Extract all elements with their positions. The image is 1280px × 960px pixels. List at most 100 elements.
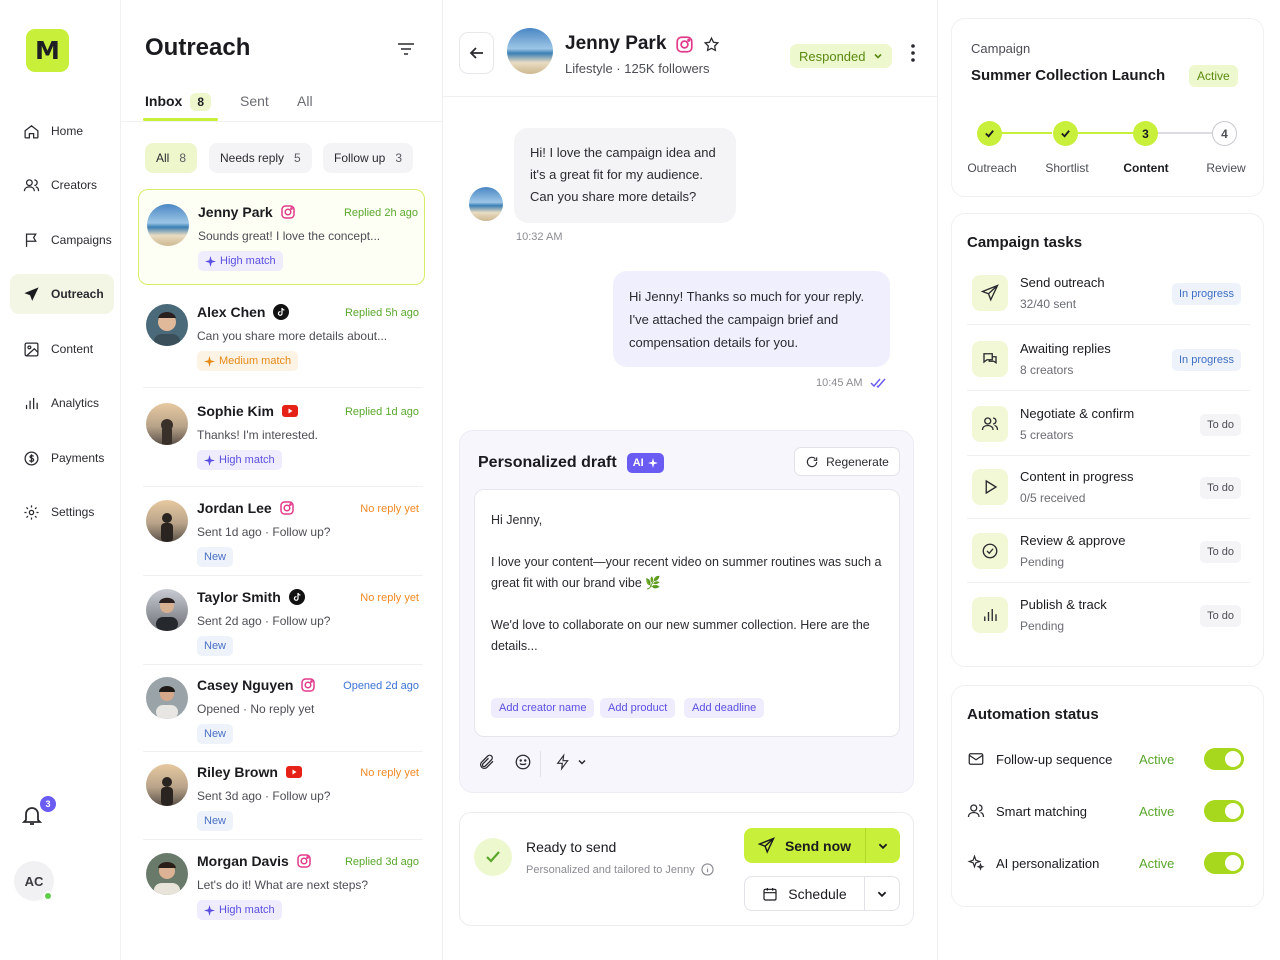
chevron-down-icon xyxy=(873,53,882,59)
ai-badge: AI xyxy=(626,453,664,473)
nav-item-payments[interactable]: Payments xyxy=(10,438,114,478)
paperclip-icon xyxy=(480,754,494,769)
task-title: Awaiting replies xyxy=(1020,341,1111,356)
conversation-item[interactable]: Jordan Lee No reply yet Sent 1d ago · Fo… xyxy=(138,487,425,583)
step-label: Review xyxy=(1206,161,1246,175)
badge-label: New xyxy=(204,728,227,740)
match-badge: High match xyxy=(197,900,282,920)
badge-label: High match xyxy=(219,454,275,466)
task-subtitle: Pending xyxy=(1020,555,1065,569)
send-options-dropdown[interactable] xyxy=(865,828,900,863)
placeholder-chip-creator-name[interactable]: Add creator name xyxy=(491,698,595,718)
star-icon[interactable] xyxy=(703,36,720,53)
placeholder-chip-product[interactable]: Add product xyxy=(600,698,676,718)
nav-label: Payments xyxy=(51,451,105,465)
match-badge: High match xyxy=(198,251,283,271)
message-preview: Sounds great! I love the concept... xyxy=(198,229,381,243)
sparkle-icon xyxy=(204,904,215,916)
send-now-button[interactable]: Send now xyxy=(744,828,900,863)
nav-item-campaigns[interactable]: Campaigns xyxy=(10,220,114,260)
tiktok-icon xyxy=(288,589,305,605)
draft-editor[interactable]: Hi Jenny, I love your content—your recen… xyxy=(474,489,900,737)
tab-sent[interactable]: Sent xyxy=(240,93,269,109)
tab-inbox[interactable]: Inbox 8 xyxy=(145,93,212,111)
conversation-status: No reply yet xyxy=(360,503,419,515)
step-connector xyxy=(1078,132,1134,134)
flag-icon xyxy=(25,232,37,247)
task-row[interactable]: Content in progress 0/5 received To do xyxy=(967,457,1250,519)
task-status-badge: To do xyxy=(1200,414,1241,436)
schedule-options-dropdown[interactable] xyxy=(864,877,899,910)
section-title: Campaign tasks xyxy=(967,234,1083,251)
send-icon xyxy=(24,286,39,301)
conversation-item[interactable]: Riley Brown No reply yet Sent 3d ago · F… xyxy=(138,751,425,847)
app-logo[interactable]: M xyxy=(26,29,69,72)
filter-button[interactable] xyxy=(396,40,416,58)
draft-paragraph: I love your content—your recent video on… xyxy=(491,555,882,590)
task-row[interactable]: Send outreach 32/40 sent In progress xyxy=(967,263,1250,325)
instagram-icon xyxy=(301,678,316,692)
placeholder-chip-deadline[interactable]: Add deadline xyxy=(684,698,765,718)
send-icon xyxy=(757,837,775,854)
nav-item-creators[interactable]: Creators xyxy=(10,165,114,205)
tab-label: Inbox xyxy=(145,93,183,109)
filter-chip-follow-up[interactable]: Follow up 3 xyxy=(323,143,414,173)
task-status-badge: To do xyxy=(1200,605,1241,627)
avatar xyxy=(469,187,503,221)
ready-title: Ready to send xyxy=(526,839,617,855)
nav-item-home[interactable]: Home xyxy=(10,111,114,151)
chip-label: Needs reply xyxy=(220,151,285,165)
smile-icon xyxy=(515,754,531,770)
chip-label: All xyxy=(156,151,170,165)
chip-count: 8 xyxy=(179,151,187,165)
task-title: Publish & track xyxy=(1020,597,1107,612)
ai-personalization-toggle[interactable] xyxy=(1204,852,1244,874)
info-icon[interactable] xyxy=(701,863,714,876)
online-indicator xyxy=(43,891,53,901)
follow-up-sequence-toggle[interactable] xyxy=(1204,748,1244,770)
nav-item-content[interactable]: Content xyxy=(10,329,114,369)
gear-icon xyxy=(24,504,39,520)
filter-icon xyxy=(398,43,414,55)
task-row[interactable]: Publish & track Pending To do xyxy=(967,585,1250,647)
creator-name: Jenny Park xyxy=(198,204,273,220)
sparkle-icon xyxy=(647,458,658,468)
emoji-button[interactable] xyxy=(514,753,532,771)
tab-all[interactable]: All xyxy=(297,93,313,109)
page-title: Outreach xyxy=(145,34,251,61)
filter-chip-all[interactable]: All 8 xyxy=(145,143,198,173)
schedule-button[interactable]: Schedule xyxy=(744,876,900,911)
conversation-item[interactable]: Taylor Smith No reply yet Sent 2d ago · … xyxy=(138,576,425,672)
avatar xyxy=(146,677,188,719)
conversation-item[interactable]: Casey Nguyen Opened 2d ago Opened · No r… xyxy=(138,664,425,760)
status-dropdown[interactable]: Responded xyxy=(790,44,892,68)
task-icon-wrap xyxy=(972,469,1008,505)
campaign-name[interactable]: Summer Collection Launch xyxy=(971,67,1165,84)
nav-item-settings[interactable]: Settings xyxy=(10,492,114,532)
attach-button[interactable] xyxy=(478,753,496,771)
status-badge: New xyxy=(197,724,234,744)
nav-item-analytics[interactable]: Analytics xyxy=(10,383,114,423)
task-status-badge: In progress xyxy=(1171,283,1241,305)
status-badge: New xyxy=(197,547,234,567)
creator-name: Casey Nguyen xyxy=(197,677,294,693)
conversation-item[interactable]: Sophie Kim Replied 1d ago Thanks! I'm in… xyxy=(138,389,425,485)
creator-name: Alex Chen xyxy=(197,304,266,320)
conversation-item[interactable]: Alex Chen Replied 5h ago Can you share m… xyxy=(138,290,425,386)
smart-matching-toggle[interactable] xyxy=(1204,800,1244,822)
filter-chip-needs-reply[interactable]: Needs reply 5 xyxy=(209,143,312,173)
task-row[interactable]: Negotiate & confirm 5 creators To do xyxy=(967,394,1250,456)
task-subtitle: 5 creators xyxy=(1020,428,1074,442)
regenerate-button[interactable]: Regenerate xyxy=(794,447,900,476)
nav-item-outreach[interactable]: Outreach xyxy=(10,274,114,314)
back-button[interactable] xyxy=(459,32,494,74)
more-options-button[interactable] xyxy=(911,44,915,62)
conversation-item[interactable]: Morgan Davis Replied 3d ago Let's do it!… xyxy=(138,840,425,936)
automation-label: Follow-up sequence xyxy=(996,751,1113,767)
task-row[interactable]: Review & approve Pending To do xyxy=(967,521,1250,583)
task-row[interactable]: Awaiting replies 8 creators In progress xyxy=(967,329,1250,391)
step-content-current: 3 xyxy=(1133,121,1158,146)
task-subtitle: 0/5 received xyxy=(1020,491,1086,505)
quick-actions-dropdown[interactable] xyxy=(555,753,587,771)
conversation-item[interactable]: Jenny Park Replied 2h ago Sounds great! … xyxy=(138,189,425,285)
